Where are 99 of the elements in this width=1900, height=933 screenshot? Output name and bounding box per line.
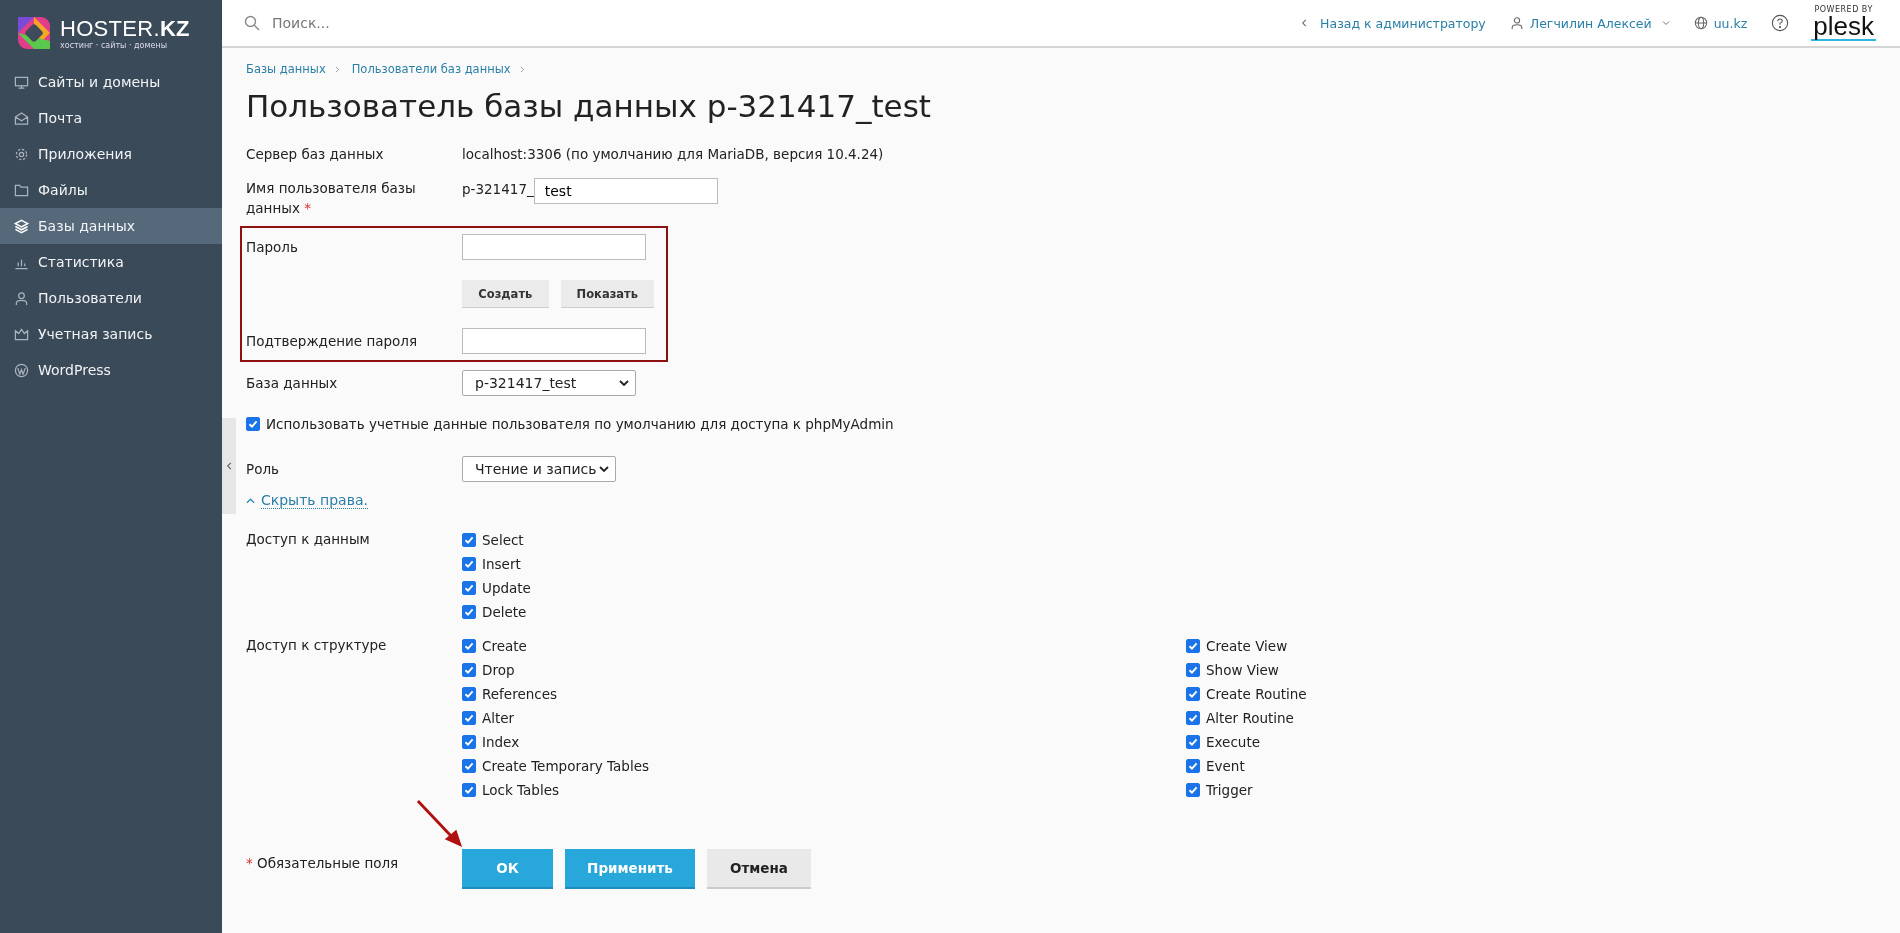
checkbox-label: Drop xyxy=(482,662,515,678)
sidebar-item[interactable]: Пользователи xyxy=(0,280,222,316)
search-icon xyxy=(244,15,260,31)
sidebar-item[interactable]: Учетная запись xyxy=(0,316,222,352)
checkbox-label: Create Temporary Tables xyxy=(482,758,649,774)
field-label: Имя пользователя базы данных * xyxy=(246,179,417,218)
checkbox[interactable] xyxy=(462,711,476,725)
username-field[interactable]: test xyxy=(533,178,718,204)
username-prefix: p-321417_ xyxy=(462,181,534,197)
wordpress-logo-icon xyxy=(14,362,29,378)
sidebar-item[interactable]: WordPress xyxy=(0,352,222,388)
checkbox[interactable] xyxy=(1186,783,1200,797)
chevron-left-icon xyxy=(1301,18,1309,28)
checkbox-label: Create View xyxy=(1206,638,1288,654)
back-link[interactable]: Назад к администратору xyxy=(1320,15,1486,31)
checkbox-label: Index xyxy=(482,734,520,750)
gear-icon xyxy=(14,146,29,162)
annotation-arrow xyxy=(416,799,464,849)
sidebar-item[interactable]: Приложения xyxy=(0,136,222,172)
brand-tagline: хостинг · сайты · домены xyxy=(60,40,168,50)
checkbox-label: Select xyxy=(482,532,524,548)
caret-icon xyxy=(1661,20,1670,26)
user-icon xyxy=(1509,16,1524,30)
search-field[interactable]: Поиск... xyxy=(270,14,574,32)
checkbox[interactable] xyxy=(462,533,476,547)
checkbox[interactable] xyxy=(462,605,476,619)
checkbox[interactable] xyxy=(246,417,260,431)
checkbox[interactable] xyxy=(1186,639,1200,653)
checkbox-label: Alter xyxy=(482,710,515,726)
database-select[interactable]: p-321417_test xyxy=(462,370,636,396)
password-button[interactable]: Создать xyxy=(462,280,549,308)
checkbox[interactable] xyxy=(462,687,476,701)
checkbox[interactable] xyxy=(462,783,476,797)
sidebar-item[interactable]: Сайты и домены xyxy=(0,64,222,100)
field-label: Сервер баз данных xyxy=(246,146,385,162)
toggle-link[interactable]: Скрыть права. xyxy=(261,492,368,509)
checkbox-label: References xyxy=(482,686,557,702)
powered-by-label: POWERED BY xyxy=(1814,5,1873,14)
checkbox-label: Execute xyxy=(1206,734,1260,750)
chevron-right-icon xyxy=(518,64,525,74)
help-icon[interactable] xyxy=(1771,14,1790,32)
dropdown-caret-icon xyxy=(619,380,629,386)
chevron-left-icon xyxy=(225,461,233,471)
breadcrumb-link[interactable]: Пользователи баз данных xyxy=(351,62,511,76)
checkbox[interactable] xyxy=(1186,759,1200,773)
checkbox[interactable] xyxy=(1186,687,1200,701)
domain-link[interactable]: uu.kz xyxy=(1713,15,1748,31)
page-title: Пользователь базы данных p-321417_test xyxy=(246,88,932,124)
checkbox[interactable] xyxy=(462,557,476,571)
checkbox-label: Event xyxy=(1206,758,1245,774)
checkbox-label: Show View xyxy=(1206,662,1279,678)
checkbox-label: Lock Tables xyxy=(482,782,560,798)
checkbox-label: Create xyxy=(482,638,527,654)
user-icon xyxy=(14,290,29,306)
sidebar-item[interactable]: Файлы xyxy=(0,172,222,208)
user-menu[interactable]: Легчилин Алексей xyxy=(1529,15,1652,31)
action-button[interactable]: Отмена xyxy=(707,849,811,889)
checkbox[interactable] xyxy=(462,639,476,653)
checkbox-label: Insert xyxy=(482,556,521,572)
folder-icon xyxy=(14,182,29,198)
checkbox-label: Update xyxy=(482,580,531,596)
sidebar-item[interactable]: Почта xyxy=(0,100,222,136)
checkbox[interactable] xyxy=(1186,663,1200,677)
password-button[interactable]: Показать xyxy=(560,280,654,308)
field-label: Пароль xyxy=(246,239,299,255)
collapse-handle[interactable] xyxy=(222,418,236,514)
checkbox-label: Использовать учетные данные пользователя по умолчанию для доступа к phpMyAdmin xyxy=(266,416,894,432)
envelope-icon xyxy=(14,110,29,126)
monitor-icon xyxy=(14,74,29,90)
field-label: База данных xyxy=(246,375,339,391)
server-value: localhost:3306 (по умолчанию для MariaDB, версия 10.4.24) xyxy=(462,146,884,162)
checkbox[interactable] xyxy=(1186,711,1200,725)
breadcrumb-link[interactable]: Базы данных xyxy=(246,62,326,76)
password-confirm-field[interactable] xyxy=(462,328,646,354)
crown-icon xyxy=(14,326,29,342)
required-note: * Обязательные поля xyxy=(246,855,400,871)
group-label: Доступ к структуре xyxy=(246,637,388,655)
field-label: Роль xyxy=(246,461,280,477)
field-label: Подтверждение пароля xyxy=(246,333,419,349)
role-select[interactable]: Чтение и запись xyxy=(462,456,616,482)
checkbox-label: Create Routine xyxy=(1206,686,1307,702)
dropdown-caret-icon xyxy=(599,466,609,472)
layers-icon xyxy=(14,218,29,234)
checkbox[interactable] xyxy=(1186,735,1200,749)
chevron-right-icon xyxy=(333,64,340,74)
product-logo: plesk xyxy=(1811,13,1876,41)
checkbox[interactable] xyxy=(462,581,476,595)
checkbox[interactable] xyxy=(462,759,476,773)
brand-name: HOSTER.KZ xyxy=(60,16,190,41)
sidebar-item[interactable]: Базы данных xyxy=(0,208,222,244)
checkbox-label: Delete xyxy=(482,604,527,620)
checkbox-label: Trigger xyxy=(1206,782,1253,798)
group-label: Доступ к данным xyxy=(246,531,371,549)
checkbox[interactable] xyxy=(462,735,476,749)
checkbox[interactable] xyxy=(462,663,476,677)
globe-icon xyxy=(1693,16,1708,30)
password-field[interactable] xyxy=(462,234,646,260)
checkbox-label: Alter Routine xyxy=(1206,710,1294,726)
sidebar-item[interactable]: Статистика xyxy=(0,244,222,280)
